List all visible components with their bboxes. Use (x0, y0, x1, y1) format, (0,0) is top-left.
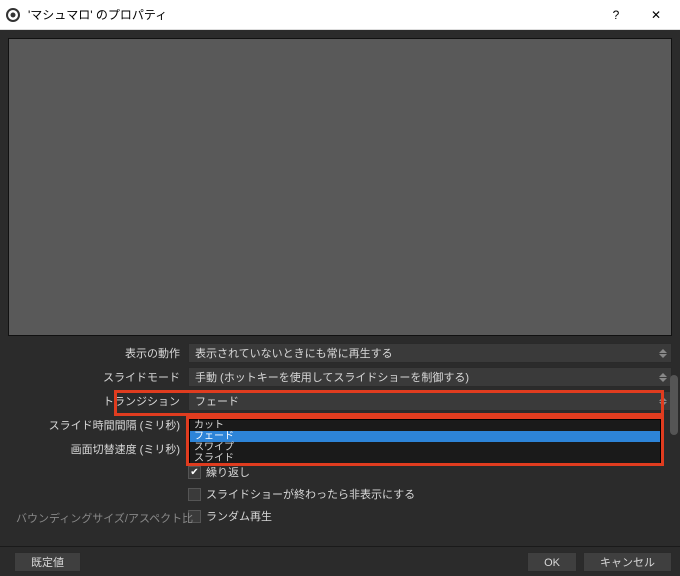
dropdown-option-swipe[interactable]: スワイプ (190, 442, 660, 453)
spin-icon (659, 393, 669, 409)
checkbox-repeat[interactable]: ✔ (188, 466, 201, 479)
titlebar: 'マシュマロ' のプロパティ ? ✕ (0, 0, 680, 30)
scrollbar-thumb[interactable] (670, 375, 678, 435)
window-title: 'マシュマロ' のプロパティ (28, 6, 596, 23)
help-button[interactable]: ? (596, 1, 636, 29)
label-display-behavior: 表示の動作 (8, 345, 188, 361)
select-value: 表示されていないときにも常に再生する (195, 348, 393, 360)
label-slide-interval: スライド時間間隔 (ミリ秒) (8, 417, 188, 433)
select-value: 手動 (ホットキーを使用してスライドショーを制御する) (195, 372, 469, 384)
dropdown-option-cut[interactable]: カット (190, 420, 660, 431)
label-bounding-aspect: バウンディングサイズ/アスペクト比 (16, 510, 196, 526)
bottom-bar: 既定値 OK キャンセル (0, 546, 680, 576)
label-switch-speed: 画面切替速度 (ミリ秒) (8, 441, 188, 457)
select-transition[interactable]: フェード (188, 391, 672, 411)
preview-area (8, 38, 672, 336)
dropdown-option-slide[interactable]: スライド (190, 453, 660, 464)
label-random: ランダム再生 (206, 508, 272, 524)
form-area: 表示の動作 表示されていないときにも常に再生する スライドモード 手動 (ホット… (8, 342, 672, 526)
row-transition: トランジション フェード (8, 390, 672, 412)
select-value: フェード (195, 396, 239, 408)
defaults-button[interactable]: 既定値 (14, 552, 81, 572)
label-transition: トランジション (8, 393, 188, 409)
checkbox-hide-after[interactable] (188, 488, 201, 501)
row-hide-after[interactable]: スライドショーが終わったら非表示にする (8, 484, 672, 504)
label-hide-after: スライドショーが終わったら非表示にする (206, 486, 415, 502)
row-repeat[interactable]: ✔ 繰り返し (8, 462, 672, 482)
transition-dropdown-list[interactable]: カット フェード スワイプ スライド (189, 419, 661, 465)
select-slide-mode[interactable]: 手動 (ホットキーを使用してスライドショーを制御する) (188, 367, 672, 387)
select-display-behavior[interactable]: 表示されていないときにも常に再生する (188, 343, 672, 363)
dialog-body: 表示の動作 表示されていないときにも常に再生する スライドモード 手動 (ホット… (0, 30, 680, 546)
row-display-behavior: 表示の動作 表示されていないときにも常に再生する (8, 342, 672, 364)
row-slide-mode: スライドモード 手動 (ホットキーを使用してスライドショーを制御する) (8, 366, 672, 388)
dropdown-option-fade[interactable]: フェード (190, 431, 660, 442)
label-repeat: 繰り返し (206, 464, 250, 480)
ok-button[interactable]: OK (527, 552, 577, 572)
close-button[interactable]: ✕ (636, 1, 676, 29)
cancel-button[interactable]: キャンセル (583, 552, 672, 572)
spin-icon (659, 345, 669, 361)
scrollbar[interactable] (670, 375, 678, 565)
app-icon (4, 6, 22, 24)
spin-icon (659, 369, 669, 385)
label-slide-mode: スライドモード (8, 369, 188, 385)
